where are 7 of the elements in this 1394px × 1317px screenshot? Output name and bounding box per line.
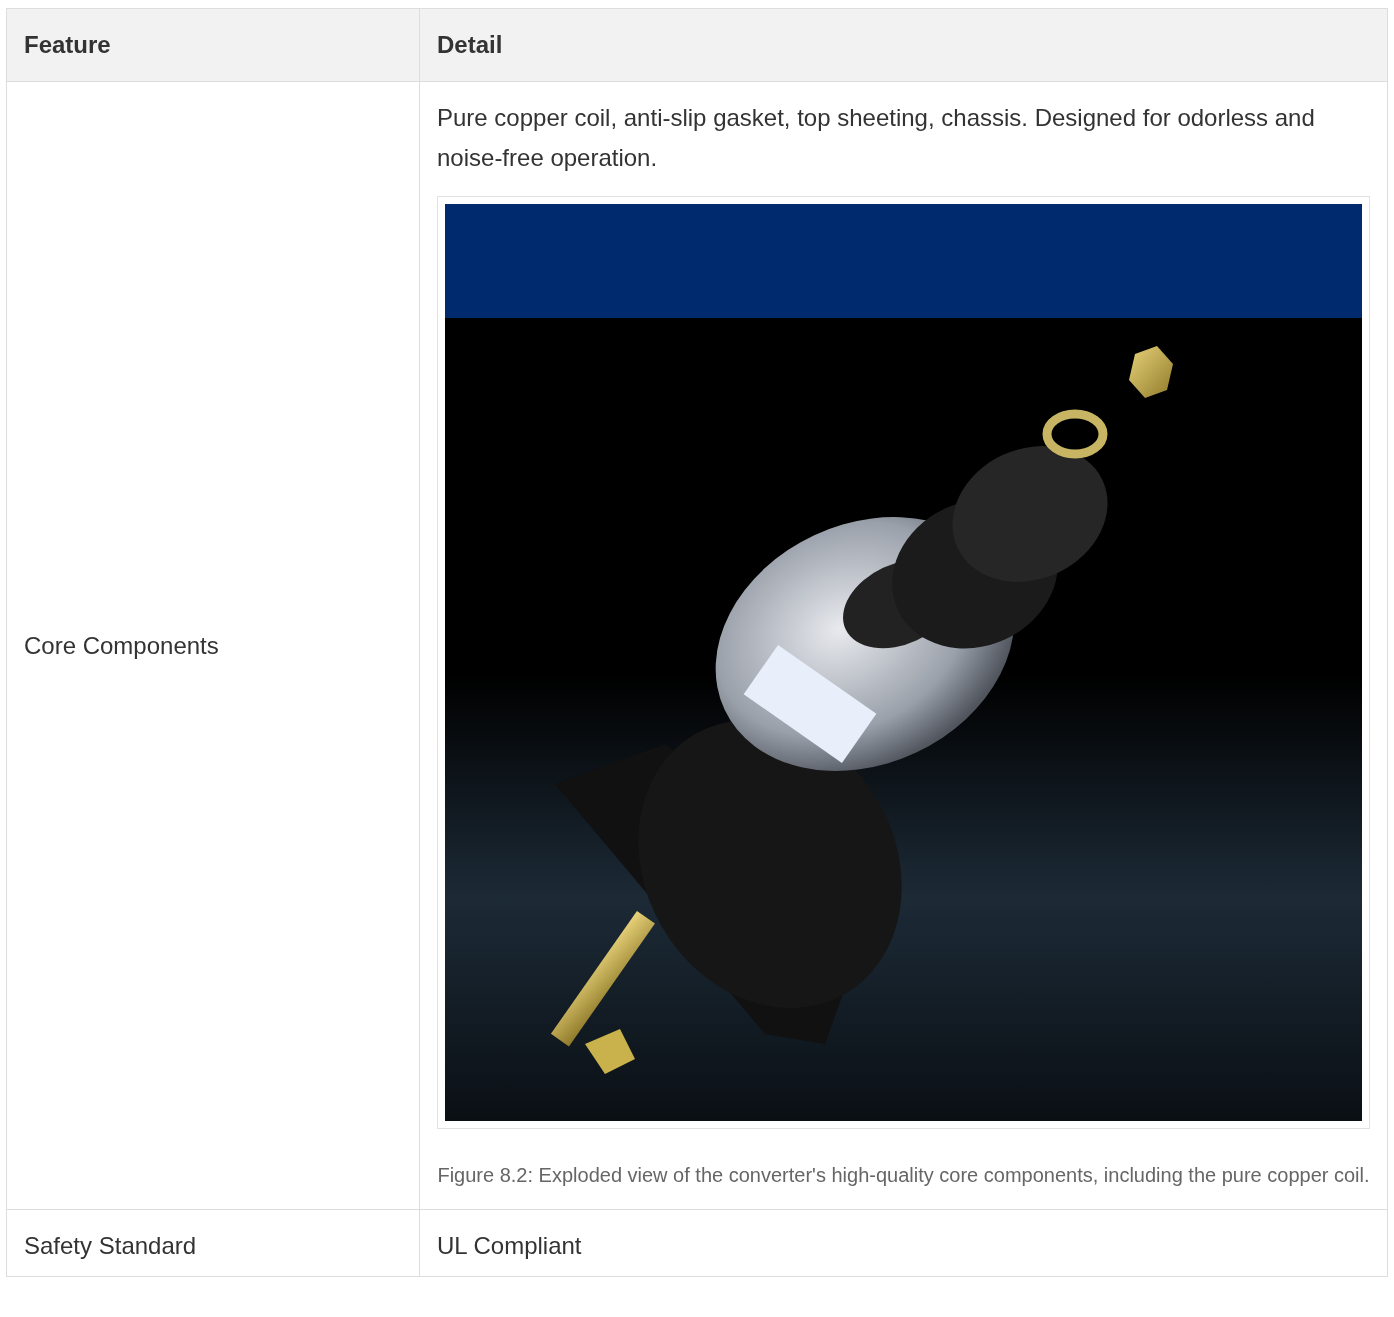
header-cell: Feature [6, 8, 420, 82]
table-cell: Safety Standard [6, 1209, 420, 1277]
detail-text: Pure copper coil, anti-slip gasket, top sheeting, chassis. Designed for odorless and noise-free operation. [437, 103, 1316, 173]
table-cell: Core Components [6, 81, 420, 1210]
table-cell: UL Compliant [419, 1209, 1388, 1277]
figure-caption: Figure 8.2: Exploded view of the converter's high-quality core components, including the pure copper coil. [437, 1163, 1370, 1188]
header-cell: Detail [419, 8, 1388, 82]
